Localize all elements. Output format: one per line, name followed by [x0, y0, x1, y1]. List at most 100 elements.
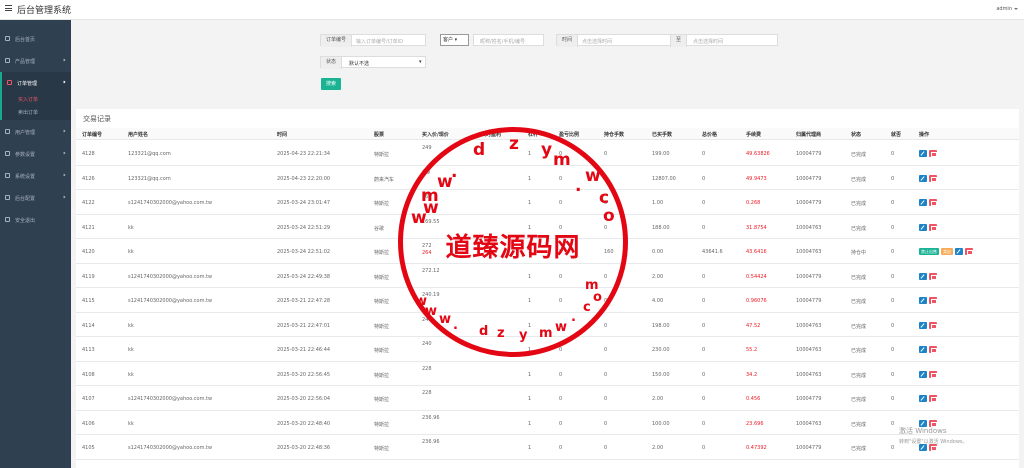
order-number-input[interactable]: 输入订单编号/订单ID [356, 38, 403, 45]
cell-hold: 0 [604, 371, 608, 378]
delete-icon[interactable] [965, 248, 973, 255]
row-actions [919, 444, 939, 451]
sidebar-item-orders[interactable]: 订单管理 买入订单 卖出订单 [0, 72, 71, 120]
sidebar-subitem-buy-orders[interactable]: 买入订单 [18, 96, 38, 103]
cell-status: 已完成 [851, 201, 867, 207]
sidebar-item-users[interactable]: 用户管理 [0, 121, 71, 143]
sidebar-item-system[interactable]: 系统设置 [0, 165, 71, 187]
column-header: 已买手数 [652, 132, 673, 138]
sidebar-item-home[interactable]: 后台首页 [0, 28, 71, 50]
cell-stock: 特斯拉 [374, 372, 390, 379]
status-select[interactable]: 默认不选 [349, 60, 369, 67]
cell-fee: 47.52 [746, 322, 761, 329]
cell-bought: 188.00 [652, 224, 670, 231]
sidebar-item-products[interactable]: 产品管理 [0, 50, 71, 72]
cell-stock: 谷歌 [374, 225, 385, 232]
delete-icon[interactable] [929, 346, 937, 353]
cell-id: 4105 [82, 445, 95, 451]
delete-icon[interactable] [929, 272, 937, 280]
cell-status: 已完成 [851, 323, 867, 330]
delete-icon[interactable] [929, 395, 937, 402]
row-actions [919, 150, 939, 157]
edit-icon[interactable] [919, 223, 927, 231]
delete-icon[interactable] [929, 199, 937, 206]
column-header: 总价格 [702, 132, 718, 138]
delete-icon[interactable] [929, 223, 937, 231]
row-actions [919, 199, 939, 206]
cell-bought: 198.00 [652, 322, 670, 329]
chevron-icon [62, 173, 66, 177]
file-icon [5, 151, 10, 156]
edit-icon[interactable] [919, 297, 927, 304]
delete-icon[interactable] [929, 444, 937, 451]
cell-agent: 10004763 [796, 249, 822, 255]
gears-icon [5, 173, 10, 178]
client-search-input[interactable]: 昵称/姓名/手机/编号 [480, 38, 525, 45]
table-row: 4108 kk 2025-03-20 22:56:45 特斯拉 228 1 0 0 150.00… [76, 362, 1019, 386]
top-bar: 后台管理系统 admin [0, 0, 1024, 20]
cell-ratio: 0 [559, 224, 563, 231]
sidebar-item-params[interactable]: 参数设置 [0, 143, 71, 165]
sidebar-item-logout[interactable]: 安全退出 [0, 209, 71, 231]
order-number-label: 订单编号 [321, 35, 353, 47]
cell-user: kk [128, 420, 134, 427]
delete-icon[interactable] [929, 321, 937, 329]
chevron-icon [62, 151, 66, 155]
time-end-input[interactable]: 点击选择时间 [693, 38, 723, 45]
sidebar-subitem-sell-orders[interactable]: 卖出订单 [18, 109, 38, 116]
cell-hold: 0 [604, 396, 608, 402]
list-icon [7, 80, 12, 85]
cell-total: 0 [702, 420, 706, 427]
client-type-select[interactable]: 客户 ▾ [440, 34, 469, 46]
cell-user: s1241740302000@yahoo.com.tw [128, 200, 213, 206]
edit-icon[interactable] [919, 395, 927, 402]
cell-agent: 10004763 [796, 322, 822, 329]
row-actions [919, 321, 939, 329]
edit-icon[interactable] [919, 444, 927, 451]
ban-sell-button[interactable]: 禁止出售 [919, 248, 939, 255]
cell-lev: 1 [528, 420, 532, 427]
column-header: 买入价/现价 [422, 132, 449, 138]
client-type-value: 客户 [443, 37, 454, 43]
edit-icon[interactable] [955, 248, 963, 255]
cell-status: 已完成 [851, 421, 867, 428]
delete-icon[interactable] [929, 370, 937, 378]
cell-user: kk [128, 371, 134, 378]
edit-icon[interactable] [919, 346, 927, 353]
gear-icon [5, 195, 10, 200]
admin-user-menu[interactable]: admin [996, 6, 1018, 12]
sell-button[interactable]: 卖出 [941, 248, 953, 255]
cell-ratio: 0 [559, 445, 563, 451]
edit-icon[interactable] [919, 150, 927, 157]
menu-toggle-icon[interactable] [5, 5, 12, 11]
time-start-input[interactable]: 点击选择时间 [582, 38, 612, 45]
sidebar-item-config[interactable]: 后台配置 [0, 187, 71, 209]
cell-price: 272.12 [422, 267, 440, 274]
caret-down-icon [1014, 8, 1018, 10]
edit-icon[interactable] [919, 370, 927, 378]
cell-time: 2025-03-21 22:47:01 [277, 322, 331, 329]
sidebar-item-label: 参数设置 [15, 152, 36, 158]
cell-user: s1241740302000@yahoo.com.tw [128, 445, 213, 451]
table-row: 4128 123321@qq.com 2025-04-23 22:21:34 特斯拉 2… [76, 141, 1019, 166]
edit-icon[interactable] [919, 321, 927, 329]
delete-icon[interactable] [929, 174, 937, 182]
edit-icon[interactable] [919, 174, 927, 182]
cell-time: 2025-03-24 22:49:38 [277, 273, 331, 280]
delete-icon[interactable] [929, 150, 937, 157]
search-button[interactable]: 搜索 [321, 78, 341, 90]
edit-icon[interactable] [919, 199, 927, 206]
cell-price: 240 [422, 316, 432, 323]
dollar-icon [5, 58, 10, 63]
edit-icon[interactable] [919, 272, 927, 280]
cell-id: 4126 [82, 175, 95, 182]
column-header: 持仓手数 [604, 132, 625, 138]
cell-bought: 0.00 [652, 249, 664, 255]
cell-time: 2025-04-23 22:20:00 [277, 175, 331, 182]
column-header: 时间 [277, 132, 288, 138]
delete-icon[interactable] [929, 297, 937, 304]
cell-ratio: 0 [559, 347, 563, 353]
column-header: 买时盈利 [481, 132, 502, 138]
column-header: 杠杆 [528, 132, 539, 138]
order-number-filter: 订单编号 输入订单编号/订单ID [320, 34, 426, 47]
